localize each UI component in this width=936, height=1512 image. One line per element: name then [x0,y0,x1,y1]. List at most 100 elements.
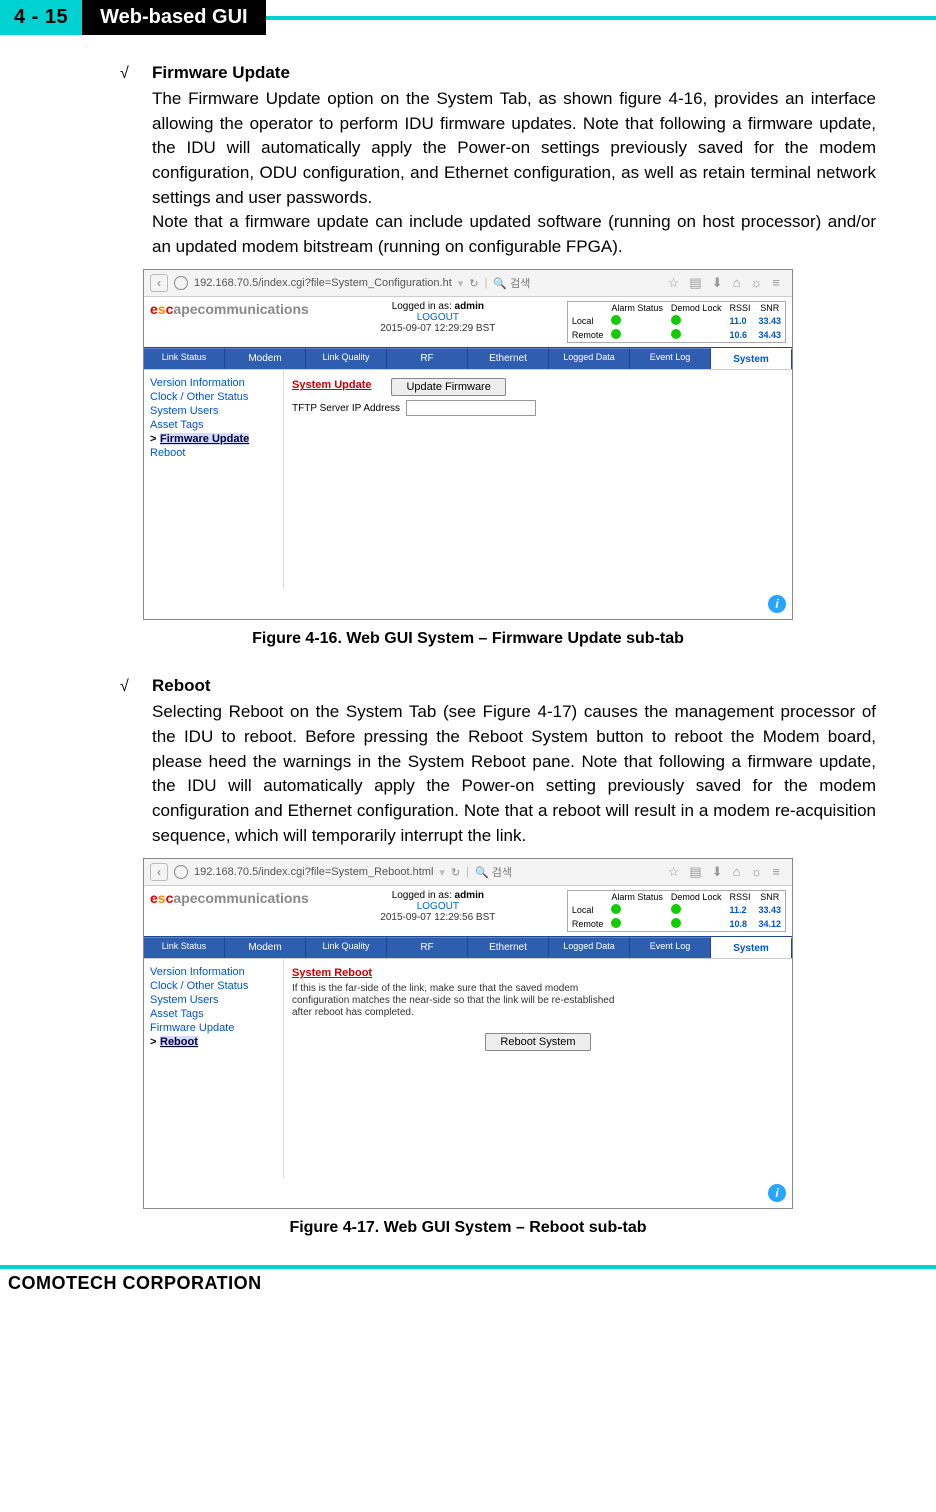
star-icon[interactable]: ☆ [668,864,680,880]
tftp-label: TFTP Server IP Address [292,403,400,414]
tftp-ip-input[interactable] [406,400,536,416]
download-icon[interactable]: ⬇ [712,864,723,880]
firmware-heading: Firmware Update [152,63,290,83]
tab-link-quality[interactable]: Link Quality [306,348,387,369]
sidebar-item-version[interactable]: Version Information [150,376,277,390]
sidebar-item-asset[interactable]: Asset Tags [150,418,277,432]
tab-ethernet[interactable]: Ethernet [468,348,549,369]
back-button[interactable]: ‹ [150,863,168,881]
sidebar-item-asset[interactable]: Asset Tags [150,1007,277,1021]
status-dot-icon [611,904,621,914]
footer-company: COMOTECH CORPORATION [0,1269,936,1304]
status-dot-icon [671,329,681,339]
tab-logged-data[interactable]: Logged Data [549,348,630,369]
tab-system[interactable]: System [711,937,792,958]
separator: ▾ [458,277,464,290]
menu-icon[interactable]: ≡ [772,275,780,291]
star-icon[interactable]: ☆ [668,275,680,291]
tab-link-status[interactable]: Link Status [144,348,225,369]
status-dot-icon [611,315,621,325]
sidebar: Version Information Clock / Other Status… [144,370,284,589]
globe-icon [174,865,188,879]
logout-link[interactable]: LOGOUT [319,312,557,323]
check-icon: √ [120,63,134,83]
header-rule [266,16,936,20]
sidebar-item-clock[interactable]: Clock / Other Status [150,979,277,993]
tab-bar: Link Status Modem Link Quality RF Ethern… [144,347,792,369]
url-text[interactable]: 192.168.70.5/index.cgi?file=System_Confi… [194,277,452,289]
browser-toolbar: ‹ 192.168.70.5/index.cgi?file=System_Con… [144,270,792,297]
page-footer: COMOTECH CORPORATION [0,1265,936,1304]
tab-rf[interactable]: RF [387,348,468,369]
login-info: Logged in as: admin LOGOUT 2015-09-07 12… [319,301,557,334]
firmware-paragraph-2: Note that a firmware update can include … [152,210,876,259]
tab-system[interactable]: System [711,348,792,369]
firmware-paragraph-1: The Firmware Update option on the System… [152,87,876,210]
bookmark-icon[interactable]: ▤ [689,275,701,291]
info-icon[interactable]: i [768,595,786,613]
reboot-section: √ Reboot Selecting Reboot on the System … [60,676,876,1237]
page-header: 4 - 15 Web-based GUI [0,0,936,35]
sidebar-item-firmware[interactable]: Firmware Update [150,1021,277,1035]
logout-link[interactable]: LOGOUT [319,901,557,912]
reboot-heading: Reboot [152,676,211,696]
sidebar-item-users[interactable]: System Users [150,404,277,418]
search-input[interactable]: 🔍 검색 [493,275,530,291]
app-header: escapecommunications Logged in as: admin… [144,297,792,347]
tab-link-status[interactable]: Link Status [144,937,225,958]
tab-link-quality[interactable]: Link Quality [306,937,387,958]
sidebar-item-reboot[interactable]: Reboot [150,446,277,460]
tab-logged-data[interactable]: Logged Data [549,937,630,958]
reboot-system-button[interactable]: Reboot System [485,1033,590,1051]
globe-icon [174,276,188,290]
reboot-warning: If this is the far-side of the link, mak… [292,983,632,1019]
bookmark-icon[interactable]: ▤ [689,864,701,880]
tab-modem[interactable]: Modem [225,937,306,958]
sun-icon[interactable]: ☼ [750,275,762,291]
refresh-icon[interactable]: ↻ [469,277,478,290]
status-box: Alarm Status Demod Lock RSSI SNR Local 1… [567,890,786,932]
check-icon: √ [120,676,134,696]
refresh-icon[interactable]: ↻ [451,866,460,879]
status-dot-icon [671,904,681,914]
screenshot-firmware: ‹ 192.168.70.5/index.cgi?file=System_Con… [143,269,793,620]
workspace: Version Information Clock / Other Status… [144,958,792,1208]
tab-rf[interactable]: RF [387,937,468,958]
menu-icon[interactable]: ≡ [772,864,780,880]
tab-event-log[interactable]: Event Log [630,937,711,958]
status-dot-icon [611,918,621,928]
reboot-paragraph: Selecting Reboot on the System Tab (see … [152,700,876,848]
sidebar-item-firmware[interactable]: >Firmware Update [150,432,277,446]
page-number-tag: 4 - 15 [0,0,82,35]
download-icon[interactable]: ⬇ [712,275,723,291]
status-dot-icon [671,315,681,325]
tab-event-log[interactable]: Event Log [630,348,711,369]
tab-modem[interactable]: Modem [225,348,306,369]
info-icon[interactable]: i [768,1184,786,1202]
logo: escapecommunications [150,301,309,317]
url-text[interactable]: 192.168.70.5/index.cgi?file=System_Reboo… [194,866,433,878]
separator: ▾ [439,866,445,879]
sidebar-item-version[interactable]: Version Information [150,965,277,979]
page-title-tag: Web-based GUI [82,0,265,35]
status-dot-icon [611,329,621,339]
timestamp: 2015-09-07 12:29:29 BST [319,323,557,334]
firmware-update-section: √ Firmware Update The Firmware Update op… [60,63,876,648]
status-box: Alarm Status Demod Lock RSSI SNR Local 1… [567,301,786,343]
browser-toolbar: ‹ 192.168.70.5/index.cgi?file=System_Reb… [144,859,792,886]
update-firmware-button[interactable]: Update Firmware [391,378,505,396]
sidebar-item-reboot[interactable]: >Reboot [150,1035,277,1049]
sidebar-item-clock[interactable]: Clock / Other Status [150,390,277,404]
panel-title: System Reboot [292,967,784,979]
panel: System Update Update Firmware TFTP Serve… [284,370,792,589]
sidebar-item-users[interactable]: System Users [150,993,277,1007]
home-icon[interactable]: ⌂ [733,864,741,880]
tab-ethernet[interactable]: Ethernet [468,937,549,958]
figure-caption-1: Figure 4-16. Web GUI System – Firmware U… [60,630,876,648]
home-icon[interactable]: ⌂ [733,275,741,291]
logo: escapecommunications [150,890,309,906]
login-info: Logged in as: admin LOGOUT 2015-09-07 12… [319,890,557,923]
sun-icon[interactable]: ☼ [750,864,762,880]
search-input[interactable]: 🔍 검색 [475,864,512,880]
back-button[interactable]: ‹ [150,274,168,292]
